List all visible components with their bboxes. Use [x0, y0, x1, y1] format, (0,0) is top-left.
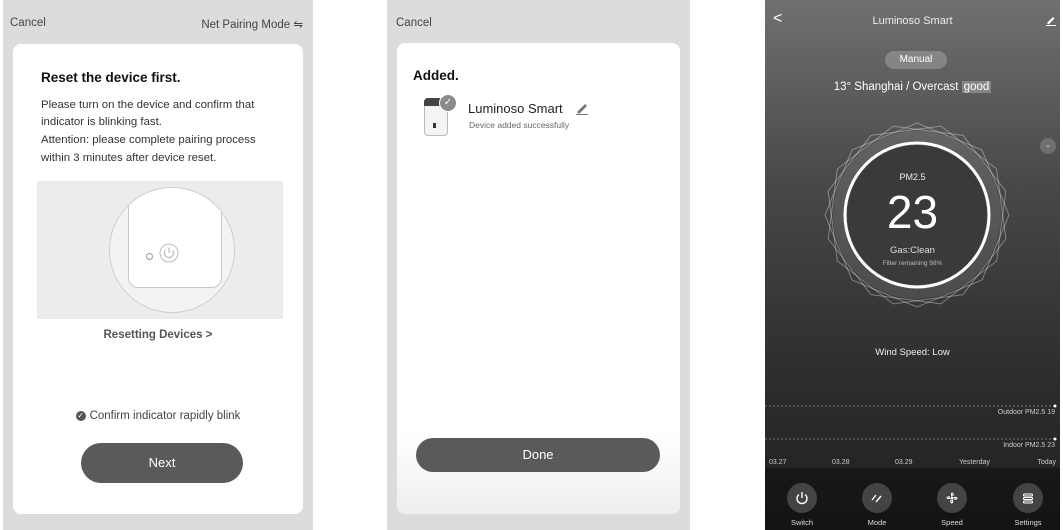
- date-label: Yesterday: [959, 459, 990, 466]
- reset-device-screen: Cancel Net Pairing Mode ⇋ Reset the devi…: [3, 0, 313, 530]
- mode-button[interactable]: [862, 483, 892, 513]
- outdoor-pm-label: Outdoor PM2.5 19: [997, 409, 1055, 416]
- instruction-line: Please turn on the device and confirm th…: [41, 99, 255, 111]
- pm-value: 23: [886, 186, 939, 238]
- reset-illustration: [37, 181, 283, 319]
- gas-status: Gas:Clean: [890, 245, 935, 256]
- pm-trend-chart: [765, 404, 1057, 441]
- settings-icon: [1022, 493, 1034, 504]
- instruction-line: indicator is blinking fast.: [41, 116, 162, 128]
- filter-status: Filter remaining 98%: [882, 260, 943, 267]
- indicator-light-icon: [146, 253, 153, 260]
- net-pairing-mode-button[interactable]: Net Pairing Mode ⇋: [201, 17, 303, 31]
- check-icon: ✓: [75, 410, 86, 421]
- weather-info: 13° Shanghai / Overcast good: [765, 81, 1060, 93]
- mode-icon: [871, 494, 882, 503]
- mode-pill[interactable]: Manual: [885, 51, 947, 69]
- device-body: [128, 188, 222, 288]
- instruction-line: within 3 minutes after device reset.: [41, 152, 217, 164]
- expand-button[interactable]: ⌄: [1040, 138, 1056, 154]
- switch-label: Switch: [790, 518, 814, 527]
- next-button[interactable]: Next: [81, 443, 243, 483]
- page-title: Luminoso Smart: [872, 15, 953, 27]
- resetting-devices-link[interactable]: Resetting Devices >: [13, 329, 303, 341]
- date-label: 03.29: [895, 459, 913, 466]
- done-button[interactable]: Done: [416, 438, 660, 472]
- page-title: Added.: [413, 68, 459, 83]
- mode-label: Mode: [867, 518, 887, 527]
- top-bar: Cancel Net Pairing Mode ⇋: [3, 0, 313, 44]
- device-icon-slot: [433, 123, 436, 128]
- air-quality-badge: good: [961, 81, 992, 93]
- check-badge-icon: ✓: [439, 94, 457, 112]
- pm-label: PM2.5: [899, 172, 926, 182]
- reset-card: Reset the device first. Please turn on t…: [13, 44, 303, 514]
- speed-button[interactable]: [937, 483, 967, 513]
- confirm-checkbox[interactable]: ✓ Confirm indicator rapidly blink: [13, 410, 303, 422]
- device-zoom-circle: [109, 187, 235, 313]
- wind-speed: Wind Speed: Low: [875, 347, 950, 358]
- device-name: Luminoso Smart: [468, 101, 563, 116]
- added-card: Added. ✓ Luminoso Smart Device added suc…: [397, 43, 680, 514]
- instruction-line: Attention: please complete pairing proce…: [41, 134, 256, 146]
- speed-label: Speed: [941, 518, 963, 527]
- date-label: 03.28: [832, 459, 850, 466]
- device-added-screen: Cancel Added. ✓ Luminoso Smart Device ad…: [387, 0, 690, 530]
- confirm-label: Confirm indicator rapidly blink: [89, 410, 241, 422]
- date-label: Today: [1037, 459, 1056, 466]
- device-status-text: Device added successfully: [469, 120, 570, 130]
- page-title: Reset the device first.: [41, 70, 181, 85]
- settings-label: Settings: [1014, 518, 1042, 527]
- switch-button[interactable]: [787, 483, 817, 513]
- cancel-button[interactable]: Cancel: [10, 17, 46, 29]
- power-icon: [159, 243, 179, 263]
- indoor-pm-label: Indoor PM2.5 23: [1003, 442, 1055, 449]
- fan-icon: [946, 492, 958, 504]
- edit-name-icon[interactable]: [575, 101, 589, 115]
- cancel-button[interactable]: Cancel: [396, 17, 432, 29]
- weather-text: 13° Shanghai / Overcast: [833, 81, 959, 93]
- edit-icon[interactable]: [1045, 14, 1057, 26]
- settings-button[interactable]: [1013, 483, 1043, 513]
- outdoor-trend-point: [1053, 404, 1057, 408]
- power-icon: [796, 492, 808, 505]
- indoor-trend-point: [1053, 437, 1057, 441]
- device-control-screen: < Luminoso Smart Manual 13° Shanghai / O…: [765, 0, 1060, 530]
- date-label: 03.27: [769, 459, 787, 466]
